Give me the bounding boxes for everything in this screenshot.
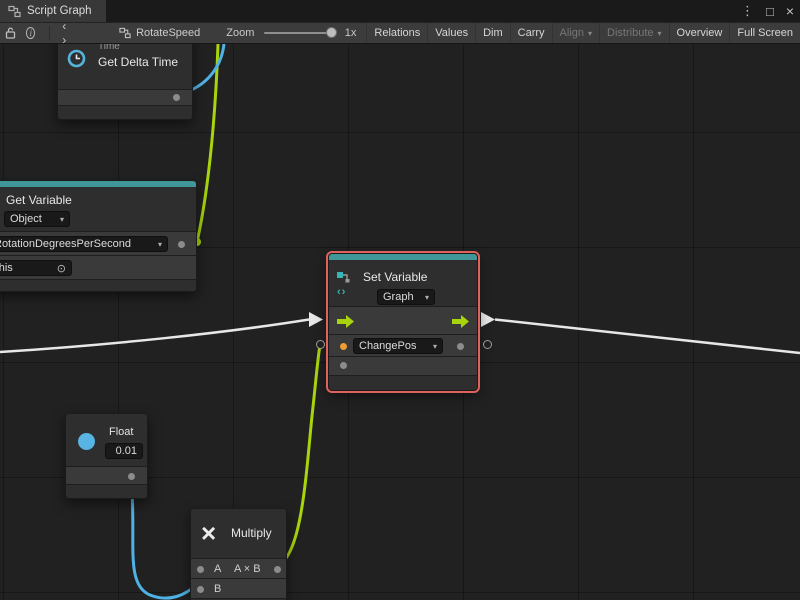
output-port[interactable] (128, 473, 135, 480)
input-port-a[interactable] (197, 566, 204, 573)
node-footer (329, 375, 477, 391)
port-label-b: B (214, 583, 221, 595)
tab-title: Script Graph (27, 5, 92, 17)
chevron-down-icon: ▾ (588, 29, 592, 38)
zoom-slider[interactable] (264, 32, 332, 34)
maximize-icon[interactable]: □ (766, 4, 774, 19)
node-multiply[interactable]: × Multiply A A × B B (190, 508, 287, 600)
chevron-down-icon: ▾ (419, 293, 429, 302)
value-input-port[interactable] (340, 343, 347, 350)
node-port-row (329, 356, 477, 375)
chevron-down-icon: ▾ (54, 215, 64, 224)
variable-name-dropdown[interactable]: RotationDegreesPerSecond▾ (0, 236, 168, 252)
window-menu-icon[interactable]: ⋮ (741, 3, 754, 19)
target-field[interactable]: This ⊙ (0, 260, 72, 276)
output-port[interactable] (178, 241, 185, 248)
node-flow-row (329, 306, 477, 334)
node-footer (58, 105, 192, 120)
control-arrow-out-icon (481, 312, 495, 327)
graph-badge-icon: ‹ › (337, 286, 344, 298)
node-port-row: B (191, 578, 286, 598)
info-icon[interactable]: i (26, 27, 35, 39)
control-wire-out[interactable] (495, 320, 800, 354)
script-graph-icon (8, 5, 21, 18)
window-controls: ⋮ □ × (741, 0, 794, 22)
node-port-row: A A × B (191, 558, 286, 578)
flow-out-arrow-icon[interactable] (452, 315, 469, 328)
port-label-result: A × B (234, 563, 261, 575)
chevron-down-icon: ▾ (658, 29, 662, 38)
tab-script-graph[interactable]: Script Graph (0, 0, 106, 22)
chevron-down-icon: ▾ (427, 342, 437, 351)
node-port-row: This ⊙ (0, 255, 196, 279)
node-float[interactable]: Float 0.01 (65, 413, 148, 499)
target-picker-icon[interactable]: ⊙ (57, 262, 66, 275)
node-title: Set Variable (363, 270, 427, 284)
node-header: Time Get Delta Time (58, 44, 192, 89)
zoom-slider-knob[interactable] (326, 27, 337, 38)
node-port-row (66, 466, 147, 484)
unity-visual-scripting-window: Script Graph ⋮ □ × i ‹ › RotateSpeed Zoo… (0, 0, 800, 600)
flow-in-arrow-icon[interactable] (337, 315, 354, 328)
output-port[interactable] (274, 566, 281, 573)
float-value-field[interactable]: 0.01 (105, 443, 143, 459)
graph-toolbar: i ‹ › RotateSpeed Zoom 1x Relations Valu… (0, 22, 800, 44)
value-wire-green-top[interactable] (197, 44, 218, 242)
node-title: Multiply (231, 526, 272, 540)
node-set-variable[interactable]: ‹ › Set Variable Graph▾ ChangePos▾ (328, 253, 478, 391)
multiply-icon: × (201, 520, 216, 546)
node-get-delta-time[interactable]: Time Get Delta Time (57, 44, 193, 120)
zoom-label: Zoom (226, 27, 254, 39)
node-header: × Multiply (191, 509, 286, 558)
values-button[interactable]: Values (427, 23, 475, 43)
output-port[interactable] (173, 94, 180, 101)
distribute-dropdown-button: Distribute▾ (599, 23, 668, 43)
node-header: Get Variable Object▾ (0, 187, 196, 231)
unconnected-port-circle[interactable] (483, 340, 492, 349)
align-dropdown-button: Align▾ (552, 23, 599, 43)
node-footer (66, 484, 147, 499)
set-variable-icon (336, 271, 351, 283)
control-wire-in[interactable] (0, 320, 309, 353)
node-title: Float (109, 426, 133, 438)
value-input-port[interactable] (340, 362, 347, 369)
full-screen-button[interactable]: Full Screen (729, 23, 800, 43)
lock-icon[interactable] (5, 23, 16, 43)
node-port-row: ChangePos▾ (329, 334, 477, 356)
input-port-b[interactable] (197, 586, 204, 593)
node-port-row (58, 89, 192, 105)
clock-icon (67, 49, 86, 68)
node-category: Time (98, 44, 120, 52)
tab-bar: Script Graph ⋮ □ × (0, 0, 800, 22)
zoom-value: 1x (345, 27, 357, 39)
unconnected-port-circle[interactable] (316, 340, 325, 349)
node-port-row: RotationDegreesPerSecond▾ (0, 231, 196, 255)
code-view-icon[interactable]: ‹ › (62, 23, 75, 43)
port-label-a: A (214, 563, 221, 575)
variable-kind-dropdown[interactable]: Object▾ (4, 211, 70, 227)
graph-asset-icon (119, 23, 131, 43)
variable-kind-dropdown[interactable]: Graph▾ (377, 289, 435, 305)
close-icon[interactable]: × (786, 3, 794, 19)
relations-button[interactable]: Relations (366, 23, 427, 43)
node-title: Get Delta Time (98, 55, 178, 69)
variable-name-dropdown[interactable]: ChangePos▾ (353, 338, 443, 354)
overview-button[interactable]: Overview (669, 23, 730, 43)
toolbar-separator (49, 26, 50, 40)
value-output-port[interactable] (457, 343, 464, 350)
node-header: Float 0.01 (66, 414, 147, 466)
float-type-icon (78, 433, 95, 450)
graph-canvas[interactable]: Time Get Delta Time Get Variable Object▾… (0, 44, 800, 600)
chevron-down-icon: ▾ (152, 240, 162, 249)
node-title: Get Variable (6, 193, 72, 207)
node-footer (0, 279, 196, 292)
graph-name-breadcrumb[interactable]: RotateSpeed (136, 27, 200, 39)
control-arrow-in-icon (309, 312, 323, 327)
node-get-variable[interactable]: Get Variable Object▾ RotationDegreesPerS… (0, 180, 197, 292)
node-header: ‹ › Set Variable Graph▾ (329, 260, 477, 306)
carry-button[interactable]: Carry (510, 23, 552, 43)
dim-button[interactable]: Dim (475, 23, 510, 43)
